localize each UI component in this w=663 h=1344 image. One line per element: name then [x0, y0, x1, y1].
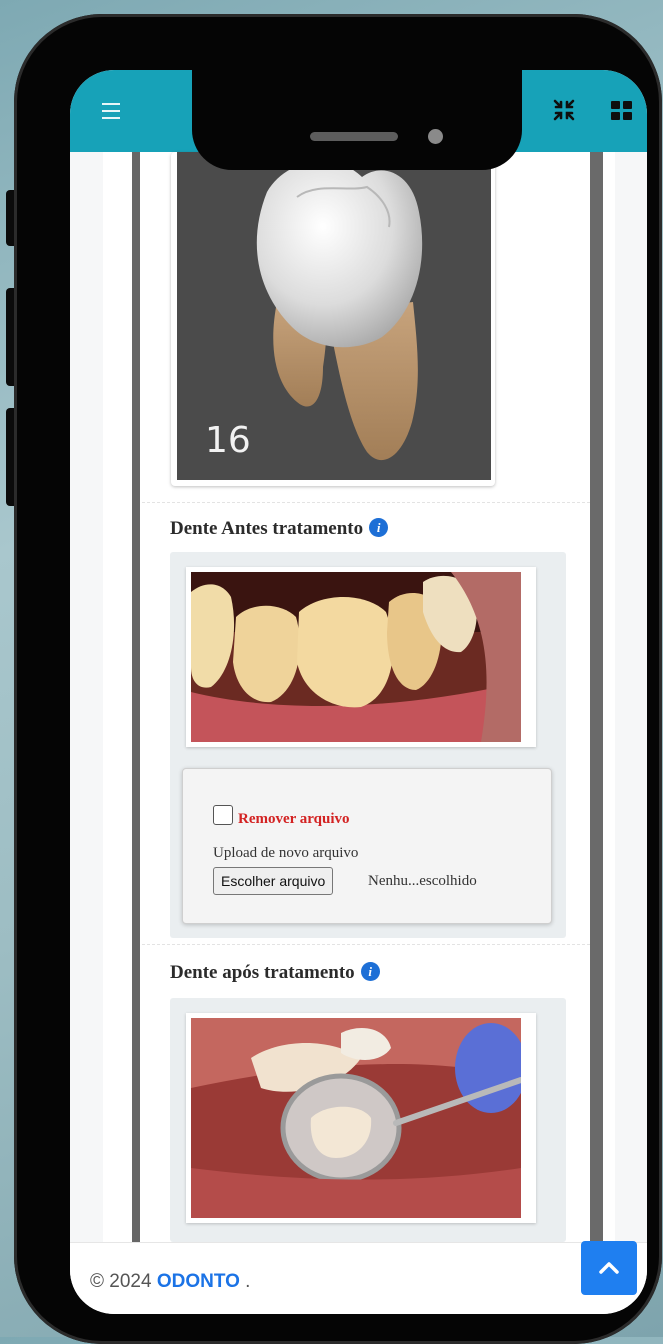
footer: © 2024 ODONTO . — [70, 1241, 647, 1314]
before-section-title: Dente Antes tratamento i — [170, 518, 389, 540]
grid-icon[interactable] — [611, 101, 633, 121]
after-title-text: Dente após tratamento — [170, 962, 355, 983]
info-circle-icon[interactable]: i — [369, 518, 389, 537]
after-section-title: Dente após tratamento i — [170, 962, 380, 984]
tooth-16-image: 16 — [177, 152, 491, 480]
before-panel: Remover arquivo Upload de novo arquivo E… — [170, 552, 566, 938]
info-circle-icon[interactable]: i — [360, 962, 380, 981]
front-camera — [428, 129, 443, 144]
after-treatment-photo — [191, 1018, 527, 1218]
tooth-image-card: 16 — [171, 152, 495, 486]
before-title-text: Dente Antes tratamento — [170, 518, 364, 539]
left-border — [132, 152, 140, 1242]
chevron-up-icon — [599, 1262, 619, 1274]
copyright-suffix: . — [245, 1271, 251, 1292]
remove-file-label[interactable]: Remover arquivo — [238, 811, 350, 828]
menu-icon[interactable] — [102, 103, 120, 124]
compress-icon[interactable] — [551, 97, 577, 123]
file-status-text: Nenhu...escolhido — [368, 873, 477, 889]
tooth-number: 16 — [205, 420, 251, 461]
copyright-text: © 2024 ODONTO . — [90, 1271, 250, 1293]
divider — [142, 944, 590, 945]
divider — [142, 502, 590, 503]
speaker — [310, 132, 398, 141]
phone-notch — [192, 70, 522, 170]
upload-new-file-label: Upload de novo arquivo — [213, 845, 359, 861]
file-upload-box: Remover arquivo Upload de novo arquivo E… — [182, 768, 552, 924]
main-content: 16 Dente Antes tratamento i Remover arqu… — [70, 152, 647, 1242]
copyright-year: © 2024 — [90, 1271, 152, 1292]
before-photo-frame — [186, 567, 536, 747]
back-to-top-button[interactable] — [581, 1241, 637, 1295]
choose-file-button[interactable]: Escolher arquivo — [213, 867, 334, 895]
after-panel — [170, 998, 566, 1242]
screen: 16 Dente Antes tratamento i Remover arqu… — [70, 70, 647, 1314]
before-treatment-photo — [191, 572, 521, 742]
right-border — [590, 152, 603, 1242]
phone-frame: 16 Dente Antes tratamento i Remover arqu… — [14, 14, 662, 1344]
after-photo-frame — [186, 1013, 536, 1223]
remove-file-checkbox[interactable] — [213, 805, 233, 825]
brand-link[interactable]: ODONTO — [157, 1271, 240, 1292]
